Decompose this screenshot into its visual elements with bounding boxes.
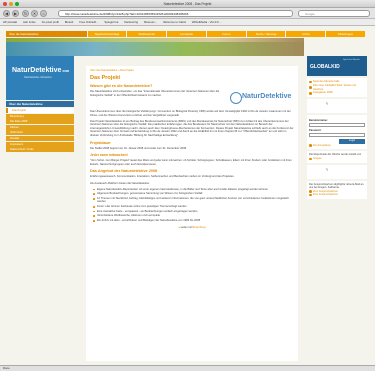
arrow-right-icon (309, 144, 312, 147)
sidebar-item-schirmherr[interactable]: Schirmherr (6, 130, 74, 136)
bookmark-item[interactable]: bio pixel profil (42, 19, 59, 25)
sidebar-item-impressum[interactable]: Impressum (6, 141, 74, 147)
topnav-item[interactable]: Tagebücherbeiträge (87, 31, 127, 37)
offer-list: Eigene Naturdetektiv-Reportseiten mit ei… (90, 188, 294, 223)
sidebar-item-kontakt[interactable]: Kontakt (6, 135, 74, 141)
arrow-right-icon (309, 80, 312, 84)
username-label: Benutzername: (309, 119, 328, 123)
bookmark-item[interactable]: Free OnlineR... (79, 19, 98, 25)
arrow-right-icon (309, 92, 312, 95)
topnav-item[interactable]: Archiv (286, 31, 326, 37)
news-link[interactable]: Fotogalerie 2008 (309, 91, 365, 95)
topnav-item[interactable]: Lernspiele (167, 31, 206, 37)
contact-badge: ✎ (307, 164, 367, 179)
bookmark-item[interactable]: HP plusHal (3, 19, 17, 25)
bookmark-item[interactable]: Museum... (144, 19, 157, 25)
sidebar-title: Über die Naturdetektive (6, 101, 74, 107)
forward-icon[interactable]: ▶ (12, 10, 19, 17)
topnav-item[interactable]: Mitteilungen (326, 31, 366, 37)
window-titlebar: Naturdetektive 2008 - Das Projekt (0, 0, 375, 8)
arrow-right-icon (309, 157, 312, 161)
paragraph: Das Projekt Naturdetektive ist ein Beitr… (90, 119, 294, 138)
register-link[interactable]: Zur Anmeldung (309, 144, 365, 148)
password-field[interactable] (309, 133, 365, 138)
login-badge: ✎ (307, 99, 367, 114)
logo-ring-icon (230, 92, 242, 104)
contact-link[interactable]: Zum Ansprechpartner (309, 193, 365, 197)
paragraph: Die Naturdetektive sind entstanden, um d… (90, 90, 220, 97)
sidebar-item-das-projekt[interactable]: Das Projekt (6, 108, 74, 113)
section-heading: Jeder kann mitmachen! (90, 153, 128, 158)
address-bar[interactable]: http://www.naturdetektive.de/2008/dyn/14… (58, 10, 293, 17)
banner-ribbon (6, 42, 304, 56)
news-links: Spiel des Monats Kalle Das neue Globalki… (307, 78, 367, 98)
list-item: Verschiedene Wettbewerbe, Aktionen und L… (93, 214, 294, 218)
topnav-item[interactable]: Wettbewerbe (127, 31, 167, 37)
back-icon[interactable]: ◀ (3, 10, 10, 17)
bookmark-item[interactable]: web Index (23, 19, 36, 25)
topnav-item[interactable]: Forum (206, 31, 246, 37)
list-item: Eigene Naturdetektiv-Reportseiten mit ei… (93, 188, 294, 192)
bookmark-item[interactable]: WilhelMedia - Vito FC... (192, 19, 221, 25)
browser-toolbar: ◀ ▶ ↻ ✕ ⌂ http://www.naturdetektive.de/2… (0, 8, 375, 19)
sidebar-item-datenschutz[interactable]: Datenschutz / Links (6, 147, 74, 153)
bookmarks-bar: HP plusHal web Index bio pixel profil Bi… (0, 19, 375, 26)
topnav-item[interactable]: Über die Naturdetektive (6, 31, 87, 37)
section-heading: Warum gibt es die Naturdetektive? (90, 84, 153, 88)
sidebar-item-ziele[interactable]: Die Ziele 2008 (6, 119, 74, 125)
main-content: Über die Naturdetektive » Das Projekt Da… (86, 66, 298, 361)
reportseite-link[interactable]: Gruppe (309, 157, 365, 161)
paragraph: "Vom Schul- zum Bürger-Projekt" lautet d… (90, 159, 292, 166)
bookmark-item[interactable]: Dantouring (124, 19, 138, 25)
list-item: 12 Themen mit Steckbrief, Auftrag, Aktiv… (93, 197, 294, 204)
web-page: Über die Naturdetektive Tagebücherbeiträ… (0, 26, 375, 365)
paragraph: Das Übereinkommen über die biologische V… (90, 110, 291, 117)
right-column: Spiel des Monats GLOBALKID Spiel des Mon… (307, 56, 367, 201)
page-title: Das Projekt (90, 75, 121, 81)
header-banner-image (6, 38, 304, 56)
bewerbung-link[interactable]: Bewerbung (193, 226, 206, 229)
home-icon[interactable]: ⌂ (40, 10, 47, 17)
bookmark-item[interactable]: Welcome to Cabol (163, 19, 186, 25)
list-item: Ein Archiv mit allen - erreichbaren und … (93, 219, 294, 223)
section-heading: Projektdauer (90, 140, 111, 145)
window-title: Naturdetektive 2008 - Das Projekt (163, 2, 212, 6)
sidebar-item-bewerbung[interactable]: Bewerbung (6, 113, 74, 119)
inline-logo: NaturDetektive (226, 90, 294, 110)
list-item: Foren: Hier können Fachleute online zum … (93, 205, 294, 209)
next-page-link: ● weiter mit Bewerbung (178, 226, 206, 230)
reload-icon[interactable]: ↻ (22, 10, 29, 17)
logo-subtitle: Naturdetektive mitmachen (24, 76, 52, 79)
status-bar: Done (0, 365, 375, 371)
breadcrumb[interactable]: Über die Naturdetektive » Das Projekt (90, 69, 294, 72)
intro-block: Die Naturdetektive sind entstanden, um d… (90, 90, 294, 110)
contact-text: Der Ansprechpartner-Highlights: Eine E-M… (309, 182, 364, 190)
topnav-item[interactable]: Suche / Sitemap (246, 31, 286, 37)
paragraph: Erfahrungsaustausch, Kommunikation, Inte… (90, 175, 235, 179)
list-item: Eine interaktive Karte - europaweit - wo… (93, 210, 294, 214)
paragraph: Die Staffel 2008 beginnt am 01. Januar 2… (90, 146, 187, 150)
pen-icon: ✎ (325, 166, 329, 172)
sidebar-menu: Das Projekt Bewerbung Die Ziele 2008 Par… (6, 108, 74, 153)
stop-icon[interactable]: ✕ (31, 10, 38, 17)
contact-box: Der Ansprechpartner-Highlights: Eine E-M… (307, 180, 367, 200)
sidebar-item-partner[interactable]: Partner (6, 124, 74, 130)
globalkid-banner[interactable]: Spiel des Monats GLOBALKID (307, 56, 367, 76)
arrow-right-icon (309, 193, 312, 197)
login-box: Benutzername: Passwort: Login Zur Anmeld… (307, 115, 367, 150)
list-item: Allgemein Beobachtungen, gemeinsame Samm… (93, 192, 294, 196)
pen-icon: ✎ (325, 101, 329, 107)
top-navigation: Über die Naturdetektive Tagebücherbeiträ… (6, 31, 366, 37)
password-label: Passwort: (309, 129, 322, 133)
section-heading: Das Angebot der Naturdetektive 2008 (90, 169, 158, 174)
paragraph: Als Austausch-Plattform bieten die Natur… (90, 181, 150, 185)
arrow-right-icon (309, 86, 312, 89)
bookmark-item[interactable]: Biosub (65, 19, 74, 25)
reportseite-box: Die Reportseite der Woche wurde erstellt… (307, 151, 367, 163)
site-logo: NaturDetektive2008 (12, 67, 70, 74)
username-field[interactable] (309, 123, 365, 128)
search-input[interactable]: Google (298, 10, 370, 17)
bookmark-item[interactable]: Spiegel Ina (104, 19, 118, 25)
arrow-right-icon (309, 190, 312, 193)
